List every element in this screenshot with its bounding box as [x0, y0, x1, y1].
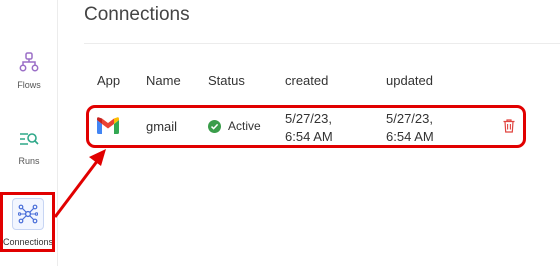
annotation-arrow — [53, 149, 106, 218]
